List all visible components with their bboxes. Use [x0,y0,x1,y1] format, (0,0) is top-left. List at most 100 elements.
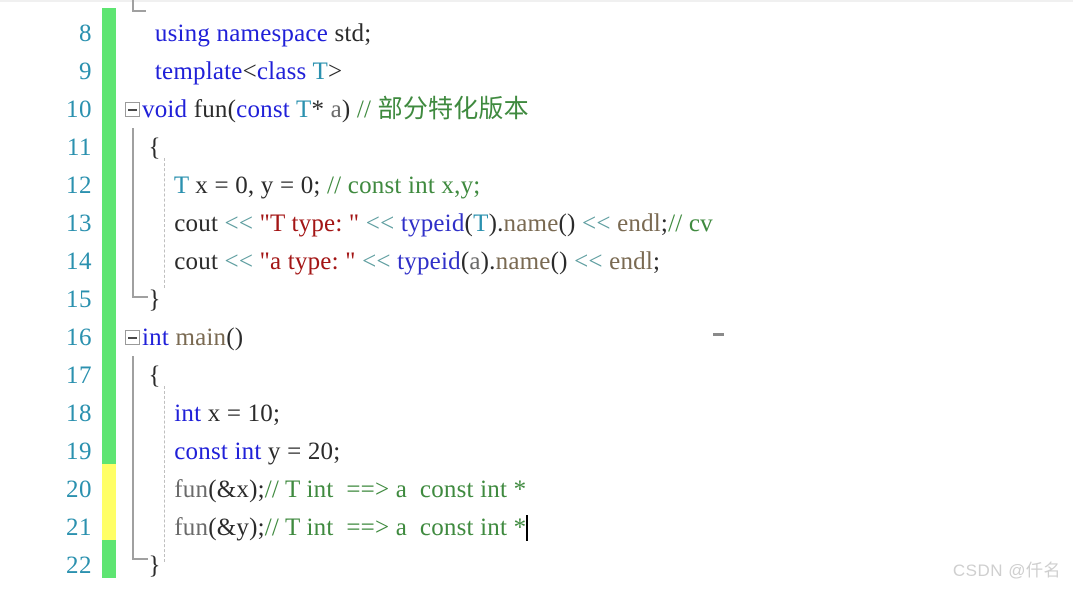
code-token: y [236,514,250,541]
code-token: const [236,96,290,123]
code-token: typeid [397,248,461,275]
collapse-minus-icon[interactable] [125,102,140,117]
code-token: cout [142,248,225,275]
change-bar-saved [102,46,116,84]
change-bar-saved [102,236,116,274]
code-token: ; [660,210,669,237]
change-bar-saved [102,312,116,350]
code-token: ; [273,400,281,427]
code-token: , y = [247,172,301,199]
text-caret [526,515,529,541]
change-bar-saved [102,274,116,312]
code-token: (& [208,514,237,541]
code-token: < [242,58,257,85]
code-token: const [174,438,229,465]
code-editor[interactable]: 8 9 10 11 12 13 14 15 16 17 18 19 20 21 22 using names… [0,0,1073,589]
code-token: ( [227,96,237,123]
code-token: a [330,96,342,123]
change-bar-unsaved [102,502,116,540]
code-token: class [256,58,307,85]
code-line[interactable]: int main() [142,325,243,350]
code-token: main [175,324,227,351]
code-token: fun [174,514,209,541]
code-token: // T int ==> a const int * [264,514,527,541]
code-token: << [224,210,254,237]
code-token: ); [249,476,265,503]
code-token: x = [201,400,248,427]
code-line[interactable]: fun(&x);// T int ==> a const int * [142,477,526,502]
change-bar-unsaved [102,464,116,502]
line-number: 21 [66,514,92,541]
code-token: () [558,210,583,237]
code-token: () [550,248,575,275]
code-token: > [327,58,343,85]
line-number: 14 [66,248,92,275]
code-token: { [142,134,161,161]
code-token: y = [261,438,308,465]
change-bar-saved [102,350,116,388]
code-token: ) [341,96,357,123]
fold-region-line [132,356,134,560]
code-token: int [234,438,262,465]
code-line[interactable]: void fun(const T* a) // 部分特化版本 [142,97,529,122]
line-number: 13 [66,210,92,237]
code-line[interactable]: cout << "a type: " << typeid(a).name() <… [142,249,660,274]
code-line[interactable]: template<class T> [142,59,342,84]
code-token: a [469,248,481,275]
line-number: 12 [66,172,92,199]
code-token: // T int ==> a const int * [264,476,527,503]
code-token: ; [333,438,341,465]
code-token: // const int x,y; [327,172,481,199]
code-token: namespace [216,20,329,47]
code-token: << [362,248,391,275]
code-token: T [295,96,312,123]
code-token: << [224,248,254,275]
code-line[interactable]: cout << "T type: " << typeid(T).name() <… [142,211,713,236]
change-bar-saved [102,84,116,122]
line-number-gutter: 8 9 10 11 12 13 14 15 16 17 18 19 20 21 22 [0,0,100,589]
code-line[interactable]: { [142,135,161,160]
code-token: // 部分特化版本 [356,96,529,123]
change-bar-saved [102,540,116,578]
code-token: ; [653,248,661,275]
code-line[interactable]: fun(&y);// T int ==> a const int * [142,515,526,540]
code-token: ); [249,514,265,541]
code-line[interactable]: const int y = 20; [142,439,340,464]
line-number: 22 [66,552,92,579]
collapse-minus-icon[interactable] [125,330,140,345]
code-token: int [174,400,202,427]
change-bar-saved [102,426,116,464]
code-line[interactable]: } [142,553,161,578]
code-line[interactable]: int x = 10; [142,401,280,426]
csdn-watermark: CSDN @仟名 [952,561,1061,580]
change-bar-saved [102,388,116,426]
change-bar-saved [102,198,116,236]
change-bar-saved [102,160,116,198]
code-token: "a type: " [259,248,356,275]
code-token: { [142,362,161,389]
code-token: fun [174,476,209,503]
code-token: "T type: " [259,210,360,237]
code-token: name [495,248,551,275]
code-line[interactable]: { [142,363,161,388]
line-number: 19 [66,438,92,465]
code-token: endl [609,248,654,275]
code-token: ). [488,210,504,237]
code-line[interactable]: } [142,287,161,312]
change-bar-saved [102,8,116,46]
code-token: std [334,20,365,47]
code-token: * [311,96,331,123]
code-token: T [173,172,189,199]
code-token: name [503,210,559,237]
line-number: 15 [66,286,92,313]
code-token: x = [188,172,236,199]
code-token: // cv [668,210,713,237]
code-line[interactable]: using namespace std; [142,21,371,46]
code-line[interactable]: T x = 0, y = 0; // const int x,y; [142,173,480,198]
line-number: 18 [66,400,92,427]
